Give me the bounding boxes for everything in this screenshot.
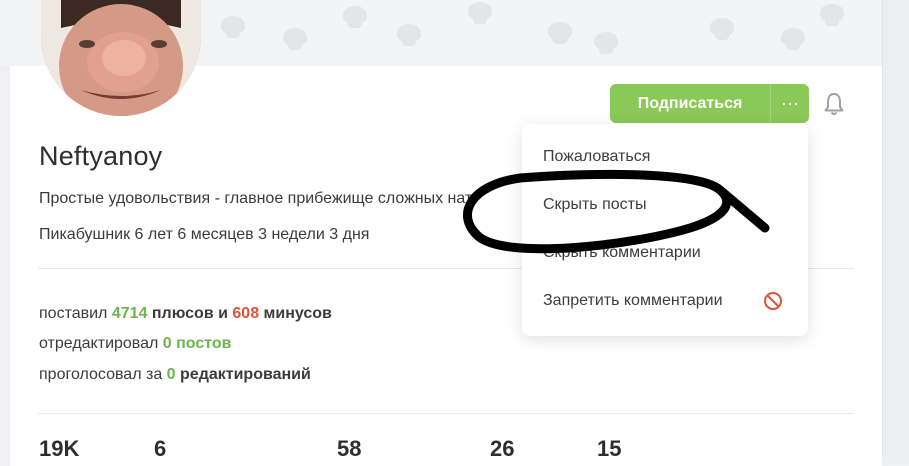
divider: [38, 413, 854, 414]
counter-value: 6: [154, 436, 167, 461]
username: Neftyanoy: [39, 141, 163, 171]
menu-item-report[interactable]: Пожаловаться: [543, 148, 650, 166]
ellipsis-icon: ···: [781, 93, 799, 113]
cupcake-pattern-icon: [283, 28, 307, 50]
menu-item-hide-posts[interactable]: Скрыть посты: [543, 196, 646, 214]
profile-tenure: Пикабушник 6 лет 6 месяцев 3 недели 3 дн…: [39, 226, 370, 243]
stats-label: плюсов и: [147, 305, 233, 322]
subscribe-button[interactable]: Подписаться: [610, 84, 770, 123]
cupcake-pattern-icon: [594, 32, 618, 54]
cupcake-pattern-icon: [468, 2, 492, 24]
cupcake-pattern-icon: [343, 6, 367, 28]
stats-label: поставил: [39, 305, 112, 322]
stats-edits-line: отредактировал 0 постов: [39, 335, 232, 353]
cupcake-pattern-icon: [548, 22, 572, 44]
more-options-button[interactable]: ···: [770, 84, 809, 123]
profile-status-text: Простые удовольствия - главное прибежище…: [39, 190, 473, 207]
bell-icon[interactable]: [822, 91, 846, 117]
stats-label: редактирований: [175, 366, 311, 383]
cupcake-pattern-icon: [781, 28, 805, 50]
voted-edits-count: 0: [166, 366, 176, 383]
stats-label: минусов: [259, 305, 332, 322]
cupcake-pattern-icon: [221, 16, 245, 38]
menu-item-block-comments[interactable]: Запретить комментарии: [543, 292, 723, 310]
minuses-count: 608: [232, 305, 260, 322]
page-scroll-rail: [882, 0, 909, 457]
counter-value: 19K: [39, 436, 80, 461]
profile-actions-dropdown: Пожаловаться Скрыть посты Скрыть коммент…: [522, 124, 808, 336]
counter-value: 15: [597, 436, 622, 461]
pluses-count: 4714: [111, 305, 148, 322]
cupcake-pattern-icon: [397, 24, 421, 46]
stats-label: проголосовал за: [39, 366, 167, 383]
stats-label: отредактировал: [39, 335, 163, 352]
stats-votes-line: поставил 4714 плюсов и 608 минусов: [39, 305, 332, 323]
stats-votes-edits-line: проголосовал за 0 редактирований: [39, 366, 311, 384]
edited-posts-count[interactable]: 0 постов: [163, 335, 232, 352]
cupcake-pattern-icon: [820, 4, 844, 26]
counter-value: 58: [337, 436, 362, 461]
ban-icon: [764, 292, 782, 310]
menu-item-hide-comments[interactable]: Скрыть комментарии: [543, 244, 701, 262]
cupcake-pattern-icon: [710, 18, 734, 40]
counter-value: 26: [490, 436, 515, 461]
